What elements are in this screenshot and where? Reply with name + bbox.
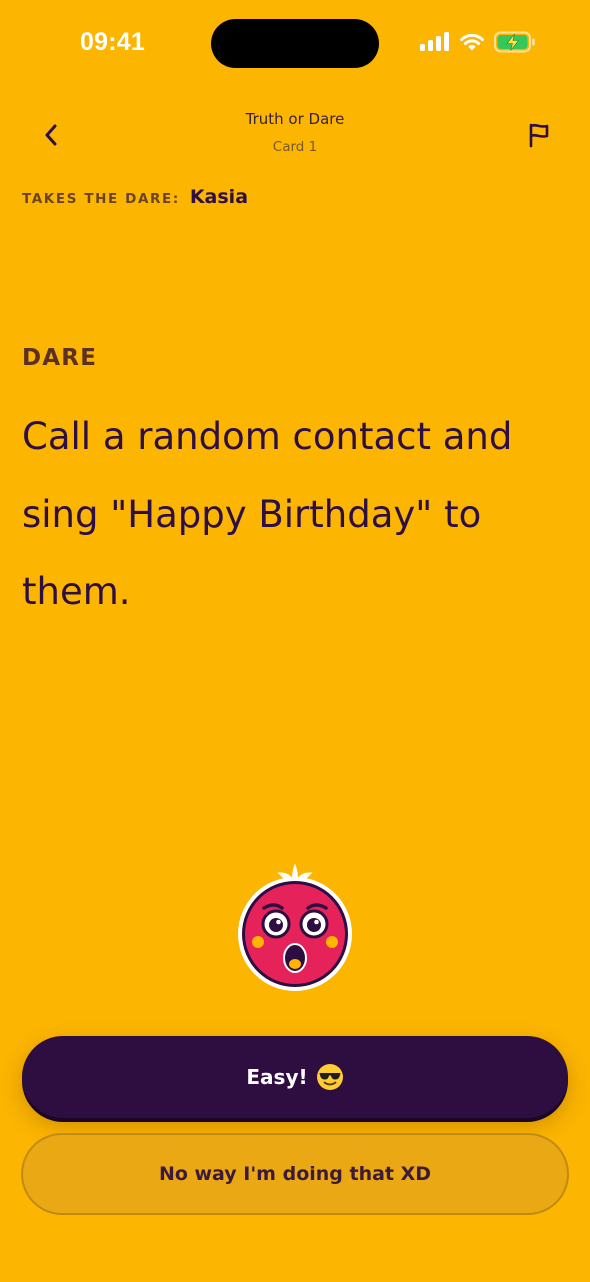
- nav-title: Truth or Dare: [245, 110, 345, 128]
- player-name: Kasia: [189, 186, 249, 208]
- status-time: 09:41: [80, 28, 145, 56]
- sunglasses-face-icon: [316, 1064, 343, 1090]
- card-type: DARE: [22, 345, 98, 371]
- surprised-face-mascot-icon: [238, 863, 352, 991]
- wifi-icon: [460, 33, 484, 51]
- accept-label: Easy!: [246, 1065, 308, 1089]
- status-bar: 09:41: [0, 0, 590, 90]
- flag-icon: [529, 123, 549, 148]
- player-label: TAKES THE DARE:: [22, 191, 180, 207]
- decline-dare-button[interactable]: No way I'm doing that XD: [21, 1133, 569, 1215]
- decline-label: No way I'm doing that XD: [158, 1163, 432, 1185]
- player-row: TAKES THE DARE: Kasia: [22, 186, 248, 208]
- nav-bar: Truth or Dare Card 1: [0, 100, 590, 170]
- dynamic-island: [211, 19, 379, 68]
- report-button[interactable]: [522, 118, 556, 152]
- card-text: Call a random contact and sing "Happy Bi…: [22, 415, 513, 613]
- battery-charging-icon: [494, 31, 535, 53]
- nav-subtitle: Card 1: [272, 139, 318, 155]
- status-icons: [420, 31, 536, 53]
- signal-icon: [420, 32, 449, 51]
- accept-dare-button[interactable]: Easy!: [22, 1036, 568, 1118]
